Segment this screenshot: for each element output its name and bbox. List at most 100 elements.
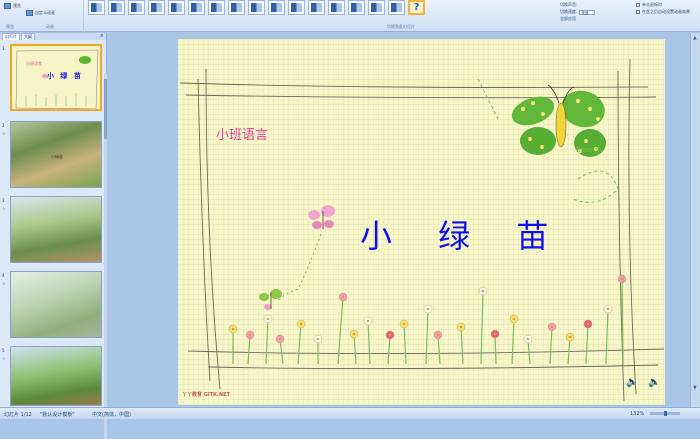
flower-center — [316, 337, 320, 341]
ribbon: 预览 自定义动画 预览 动画 ? 切换到此幻灯片 切换声音: 切换速度: 快速 … — [0, 0, 700, 32]
scroll-up-icon[interactable]: ▲ — [693, 35, 697, 41]
zoom-level[interactable]: 132% — [630, 411, 644, 417]
slide[interactable]: 小班语言 小 绿 苗 Butterfly 丫丫教育 GITK.NET 🔈 🔈 — [178, 39, 665, 405]
flower-center — [620, 277, 624, 281]
transition-sound[interactable]: 切换声音: — [560, 2, 577, 8]
transition-option[interactable] — [128, 0, 145, 15]
transition-option[interactable] — [188, 0, 205, 15]
flower-center — [248, 333, 252, 337]
custom-animation-icon — [26, 10, 33, 16]
flower-center — [426, 307, 430, 311]
watermark-logo: 丫丫教育 GITK.NET — [182, 392, 230, 398]
advance-after-checkbox[interactable] — [636, 10, 640, 14]
help-icon: ? — [413, 2, 420, 13]
transition-preview-icon — [191, 3, 202, 12]
transition-preview-icon — [351, 3, 362, 12]
transition-preview-icon — [291, 3, 302, 12]
transition-option[interactable] — [108, 0, 125, 15]
transition-option[interactable] — [88, 0, 105, 15]
transition-options: 切换声音: 切换速度: 快速 全部应用 单击鼠标时 在此之后自动设置动画效果 — [560, 2, 700, 30]
thumbnail-image[interactable] — [10, 271, 102, 338]
transition-option[interactable] — [348, 0, 365, 15]
transition-preview-icon — [111, 3, 122, 12]
flower-center — [586, 322, 590, 326]
thumbnail-image[interactable] — [10, 196, 102, 263]
transition-gallery: ? — [88, 0, 425, 18]
zoom-slider[interactable] — [650, 411, 680, 416]
transition-option[interactable] — [328, 0, 345, 15]
flower-center — [388, 333, 392, 337]
transition-preview-icon — [91, 3, 102, 12]
flower-center — [352, 332, 356, 336]
transition-option[interactable] — [208, 0, 225, 15]
thumbnail-image[interactable]: 小班语言 小 绿 苗 — [10, 44, 102, 111]
transition-option[interactable] — [308, 0, 325, 15]
pane-tabs: 幻灯片 大纲 × — [0, 33, 106, 40]
advance-after[interactable]: 在此之后自动设置动画效果 — [636, 9, 690, 15]
butterfly-label: Butterfly — [576, 147, 603, 154]
slides-pane: 幻灯片 大纲 × 1 小班语言 小 绿 苗 2 ☆ 小绿苗 3 ☆ 4 ☆ 5 … — [0, 33, 107, 439]
custom-animation-button[interactable]: 自定义动画 — [26, 10, 55, 16]
help-button[interactable]: ? — [408, 0, 425, 15]
animation-star-icon: ☆ — [2, 281, 6, 286]
apply-all-button[interactable]: 全部应用 — [560, 16, 576, 22]
transition-preview-icon — [251, 3, 262, 12]
transition-option[interactable] — [168, 0, 185, 15]
speed-select[interactable]: 快速 — [579, 9, 596, 15]
transition-speed[interactable]: 切换速度: 快速 — [560, 9, 596, 15]
transition-preview-icon — [131, 3, 142, 12]
flower-center — [266, 317, 270, 321]
tab-outline[interactable]: 大纲 — [21, 33, 35, 40]
flower-center — [278, 337, 282, 341]
flower-center — [436, 333, 440, 337]
flower-center — [402, 322, 406, 326]
transition-option[interactable] — [248, 0, 265, 15]
animation-star-icon: ☆ — [2, 131, 6, 136]
scroll-down-icon[interactable]: ▼ — [693, 385, 697, 391]
animation-star-icon: ☆ — [2, 356, 6, 361]
sound-icon[interactable]: 🔈 — [648, 377, 660, 388]
animation-star-icon: ☆ — [2, 206, 6, 211]
thumbnail-decoration — [15, 49, 99, 109]
slide-counter: 幻灯片 1/12 — [4, 412, 32, 418]
flower-center — [526, 337, 530, 341]
preview-icon — [4, 3, 11, 9]
transition-option[interactable] — [368, 0, 385, 15]
advance-on-click-checkbox[interactable] — [636, 3, 640, 7]
transition-preview-icon — [151, 3, 162, 12]
transition-option[interactable] — [148, 0, 165, 15]
close-icon[interactable]: × — [100, 33, 104, 39]
transition-option[interactable] — [288, 0, 305, 15]
flower-center — [459, 325, 463, 329]
vertical-scrollbar[interactable]: ▲ ▼ — [690, 33, 700, 407]
preview-button[interactable]: 预览 — [4, 3, 21, 9]
group-label-animation: 动画 — [46, 24, 54, 29]
flower-center — [606, 307, 610, 311]
transition-option[interactable] — [388, 0, 405, 15]
transition-preview-icon — [211, 3, 222, 12]
transition-option[interactable] — [268, 0, 285, 15]
thumbnail-image[interactable]: 小绿苗 — [10, 121, 102, 188]
transition-preview-icon — [171, 3, 182, 12]
thumbnail-image[interactable] — [10, 346, 102, 406]
flower-center — [493, 332, 497, 336]
sound-icon[interactable]: 🔈 — [626, 377, 638, 388]
advance-on-click[interactable]: 单击鼠标时 — [636, 2, 662, 8]
flower-center — [550, 325, 554, 329]
theme-name: "默认设计模板" — [40, 412, 75, 418]
group-label-transition: 切换到此幻灯片 — [387, 24, 415, 29]
transition-option[interactable] — [228, 0, 245, 15]
scrollbar-thumb[interactable] — [104, 79, 107, 139]
pane-scrollbar[interactable] — [104, 73, 107, 439]
transition-preview-icon — [311, 3, 322, 12]
transition-preview-icon — [331, 3, 342, 12]
flower-center — [299, 322, 303, 326]
slide-title[interactable]: 小 绿 苗 — [360, 211, 566, 257]
status-bar: 幻灯片 1/12 "默认设计模板" 中文(简体，中国) 132% — [0, 407, 700, 419]
flower-center — [481, 289, 485, 293]
tab-slides[interactable]: 幻灯片 — [2, 33, 20, 40]
zoom-slider-thumb[interactable] — [664, 411, 667, 416]
ribbon-group-preview: 预览 自定义动画 预览 动画 — [0, 0, 84, 32]
slide-subtitle[interactable]: 小班语言 — [216, 124, 268, 143]
flower-center — [512, 317, 516, 321]
